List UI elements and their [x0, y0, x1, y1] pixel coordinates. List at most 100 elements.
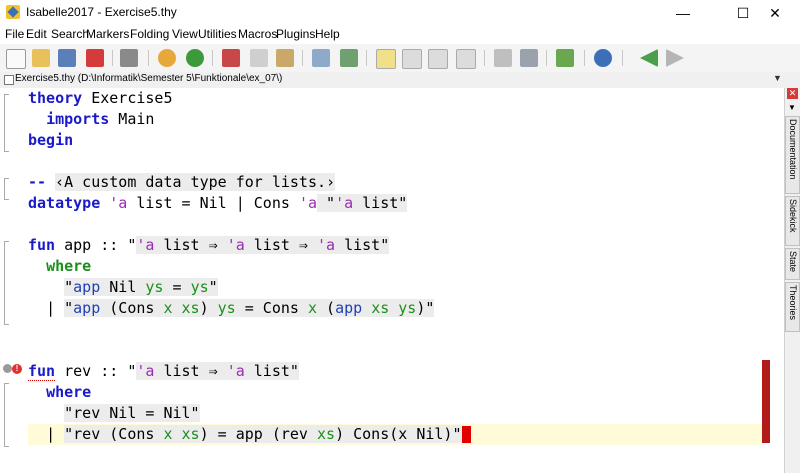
paste-icon[interactable]	[276, 49, 294, 67]
menu-folding[interactable]: Folding	[130, 27, 169, 41]
text-editor[interactable]: theory Exercise5 imports Main begin -- ‹…	[28, 88, 762, 473]
code-text: (Cons	[100, 299, 164, 317]
cartouche-comment: ‹A custom data type for lists.›	[55, 173, 336, 191]
code-line: imports Main	[28, 109, 762, 130]
toolbar-separator	[622, 50, 623, 66]
new-view-icon[interactable]	[376, 49, 396, 69]
code-text: list"	[244, 362, 299, 380]
menu-search[interactable]: Search	[51, 27, 89, 41]
tab-documentation[interactable]: Documentation	[785, 116, 800, 194]
fold-marker[interactable]	[4, 383, 9, 447]
tab-state[interactable]: State	[785, 248, 800, 280]
code-text: )	[199, 299, 218, 317]
code-text: )"	[416, 299, 435, 317]
code-text: "	[317, 194, 336, 212]
toolbar	[0, 44, 800, 73]
free-variable: ys	[217, 299, 236, 317]
buffer-switcher[interactable]: Exercise5.thy (D:\Informatik\Semester 5\…	[0, 72, 800, 89]
chevron-down-icon[interactable]: ▼	[773, 73, 782, 83]
save-icon[interactable]	[58, 49, 76, 67]
text-cursor	[461, 426, 471, 443]
menu-macros[interactable]: Macros	[238, 27, 277, 41]
error-overview-stripe	[762, 88, 784, 473]
free-variable: x	[307, 299, 317, 317]
free-variable: xs	[181, 425, 200, 443]
keyword: fun	[28, 362, 56, 381]
close-button[interactable]: ✕	[752, 0, 798, 26]
error-marker[interactable]	[762, 360, 770, 443]
buffer-options-icon[interactable]	[494, 49, 512, 67]
menu-help[interactable]: Help	[315, 27, 340, 41]
code-text: list"	[335, 236, 390, 254]
keyword: where	[46, 383, 92, 401]
free-variable: ys	[398, 299, 417, 317]
fold-marker[interactable]	[4, 178, 9, 200]
code-text: ) Cons(x Nil)"	[335, 425, 462, 443]
keyword: theory	[28, 89, 83, 107]
type-variable: 'a	[317, 236, 336, 254]
tab-sidekick[interactable]: Sidekick	[785, 196, 800, 246]
toolbar-separator	[584, 50, 585, 66]
code-line: | "app (Cons x xs) ys = Cons x (app xs y…	[28, 298, 762, 319]
keyword: datatype	[28, 194, 101, 212]
code-text	[362, 299, 372, 317]
editor-gutter: !	[0, 88, 28, 473]
menu-markers[interactable]: Markers	[86, 27, 129, 41]
tab-theories[interactable]: Theories	[785, 282, 800, 332]
toolbar-separator	[546, 50, 547, 66]
type-variable: 'a	[109, 194, 128, 212]
buffer-label: Exercise5.thy (D:\Informatik\Semester 5\…	[15, 73, 283, 84]
toolbar-separator	[484, 50, 485, 66]
code-line-current: | "rev (Cons x xs) = app (rev xs) Cons(x…	[28, 424, 762, 445]
menu-file[interactable]: File	[5, 27, 24, 41]
code-text: list"	[353, 194, 408, 212]
minimize-button[interactable]: —	[660, 0, 706, 26]
print-icon[interactable]	[120, 49, 138, 67]
isabelle-app-icon	[6, 5, 20, 19]
code-line: where	[28, 382, 762, 403]
dockable-side-panel: ✕ ▼ Documentation Sidekick State Theorie…	[784, 88, 800, 473]
split-vertical-icon[interactable]	[456, 49, 476, 69]
plugin-manager-icon[interactable]	[556, 49, 574, 67]
menu-edit[interactable]: Edit	[26, 27, 47, 41]
error-icon[interactable]: !	[12, 364, 22, 374]
open-folder-icon[interactable]	[32, 49, 50, 67]
menu-plugins[interactable]: Plugins	[276, 27, 315, 41]
fold-marker[interactable]	[4, 94, 9, 152]
free-variable: ys	[190, 278, 209, 296]
panel-menu-icon[interactable]: ▼	[788, 103, 796, 112]
code-text: Main	[109, 110, 155, 128]
code-line: -- ‹A custom data type for lists.›	[28, 172, 762, 193]
toolbar-separator	[112, 50, 113, 66]
code-text: "rev (Cons	[64, 425, 164, 443]
code-text: list ⇒	[244, 236, 317, 254]
code-text: = Cons	[235, 299, 308, 317]
global-options-icon[interactable]	[520, 49, 538, 67]
code-text: ) = app (rev	[199, 425, 317, 443]
new-file-icon[interactable]	[6, 49, 26, 69]
free-variable: ys	[145, 278, 164, 296]
code-text: list = Nil | Cons	[127, 194, 299, 212]
code-text: Nil	[100, 278, 146, 296]
forward-arrow-icon[interactable]	[666, 49, 684, 67]
menu-utilities[interactable]: Utilities	[198, 27, 237, 41]
close-file-icon[interactable]	[86, 49, 104, 67]
menu-view[interactable]: View	[172, 27, 198, 41]
code-text: Exercise5	[82, 89, 173, 107]
split-horizontal-icon[interactable]	[428, 49, 448, 69]
code-line: "app Nil ys = ys"	[28, 277, 762, 298]
undo-icon[interactable]	[158, 49, 176, 67]
copy-icon[interactable]	[250, 49, 268, 67]
find-icon[interactable]	[312, 49, 330, 67]
unsplit-icon[interactable]	[402, 49, 422, 69]
find-replace-icon[interactable]	[340, 49, 358, 67]
code-line: datatype 'a list = Nil | Cons 'a "'a lis…	[28, 193, 762, 214]
cut-icon[interactable]	[222, 49, 240, 67]
redo-icon[interactable]	[186, 49, 204, 67]
fold-marker[interactable]	[4, 241, 9, 325]
help-icon[interactable]	[594, 49, 612, 67]
code-text: |	[46, 425, 65, 443]
back-arrow-icon[interactable]	[640, 49, 658, 67]
close-panel-icon[interactable]: ✕	[787, 88, 798, 99]
code-text: list ⇒	[154, 362, 227, 380]
